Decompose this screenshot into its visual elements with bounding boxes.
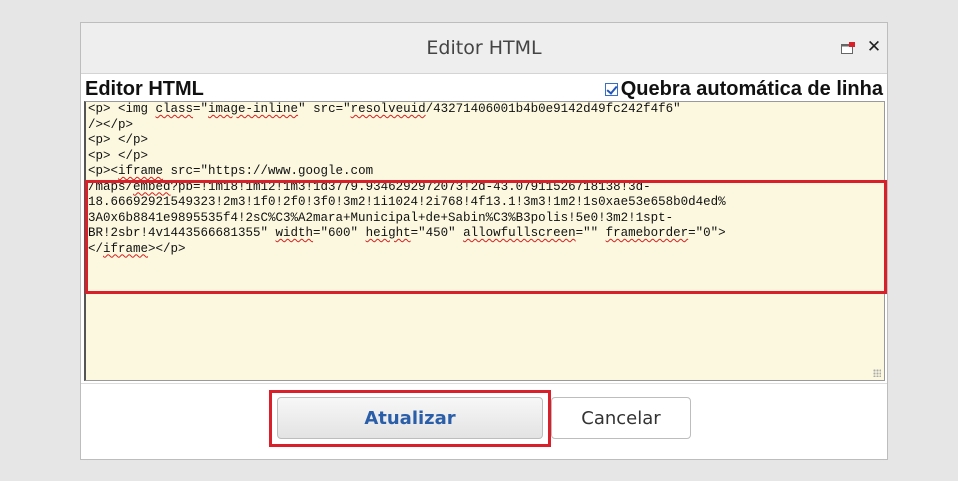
update-button[interactable]: Atualizar — [277, 397, 543, 439]
code-line: <p> </p> — [88, 133, 149, 147]
resize-grip[interactable] — [873, 369, 881, 377]
html-code-textarea[interactable]: <p> <img class="image-inline" src="resol… — [84, 101, 885, 381]
line-wrap-toggle[interactable]: Quebra automática de linha — [604, 77, 883, 100]
editor-html-dialog: Editor HTML ✕ Editor HTML Quebra automát… — [80, 22, 888, 460]
maximize-icon[interactable] — [841, 42, 855, 54]
code-line: </iframe></p> — [88, 241, 186, 256]
close-icon[interactable]: ✕ — [865, 35, 883, 59]
code-line: BR!2sbr!4v1443566681355" width="600" hei… — [88, 226, 726, 240]
dialog-title: Editor HTML — [426, 37, 542, 59]
editor-label: Editor HTML — [85, 78, 204, 100]
code-line: <p> </p> — [88, 148, 149, 163]
code-line: <p><iframe src="https://www.google.com — [88, 164, 374, 178]
code-line: 3A0x6b8841e9895535f4!2sC%C3%A2mara+Munic… — [88, 210, 674, 225]
footer-divider — [81, 383, 887, 384]
code-line: /></p> — [88, 117, 134, 132]
code-line: <p> <img class="image-inline" src="resol… — [88, 102, 681, 116]
line-wrap-label: Quebra automática de linha — [620, 77, 883, 100]
cancel-button[interactable]: Cancelar — [551, 397, 691, 439]
editor-header: Editor HTML Quebra automática de linha — [85, 77, 885, 101]
code-line: /maps/embed?pb=!1m18!1m12!1m3!1d3779.934… — [88, 179, 651, 194]
line-wrap-checkbox[interactable] — [604, 82, 618, 96]
dialog-titlebar[interactable]: Editor HTML ✕ — [81, 23, 887, 74]
code-line: 18.66692921549323!2m3!1f0!2f0!3f0!3m2!1i… — [88, 195, 726, 209]
